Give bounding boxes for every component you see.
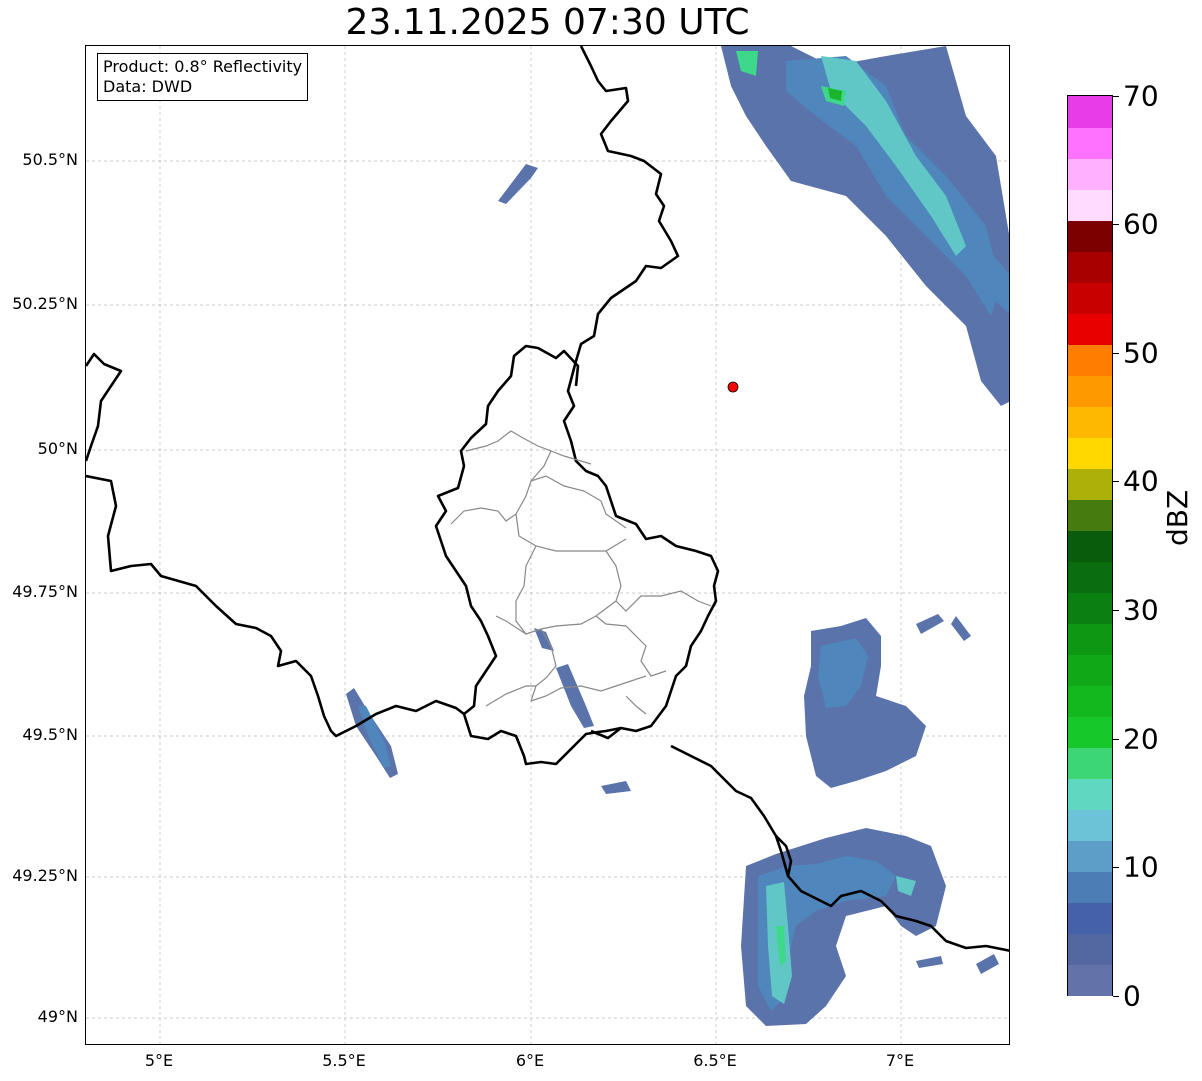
- colorbar-segment: [1068, 716, 1112, 748]
- colorbar-segment: [1068, 623, 1112, 655]
- colorbar-segment: [1068, 468, 1112, 500]
- echo-central-fragment-3: [601, 781, 631, 794]
- echo-east-fragment-2: [916, 614, 944, 634]
- lat-tick-label: 49°N: [37, 1007, 78, 1026]
- colorbar-segment: [1068, 406, 1112, 438]
- colorbar-segment: [1068, 499, 1112, 531]
- lat-tick-label: 50°N: [37, 439, 78, 458]
- colorbar-tick-label: 20: [1123, 722, 1159, 756]
- colorbar-segment: [1068, 871, 1112, 903]
- colorbar-segment: [1068, 561, 1112, 593]
- lat-tick-label: 49.5°N: [22, 725, 78, 744]
- echo-east-central-cell: [804, 618, 926, 788]
- map-title: 23.11.2025 07:30 UTC: [345, 2, 750, 43]
- lat-tick-label: 50.5°N: [22, 150, 78, 169]
- colorbar-segment: [1068, 592, 1112, 624]
- lon-tick-label: 7°E: [885, 1051, 915, 1070]
- colorbar-segment: [1068, 251, 1112, 283]
- colorbar-segment: [1068, 933, 1112, 965]
- colorbar-tick-label: 30: [1123, 593, 1159, 627]
- colorbar-segment: [1068, 158, 1112, 190]
- colorbar-tick-label: 0: [1123, 979, 1141, 1013]
- echo-south-fragment: [916, 956, 943, 968]
- colorbar-segment: [1068, 96, 1112, 128]
- lat-tick-label: 50.25°N: [12, 294, 78, 313]
- colorbar-segment: [1068, 902, 1112, 934]
- colorbar-segment: [1068, 654, 1112, 686]
- lon-tick-label: 6.5°E: [693, 1051, 737, 1070]
- colorbar-segment: [1068, 282, 1112, 314]
- radar-site-marker: [727, 381, 739, 393]
- echo-north-fragment: [498, 164, 538, 204]
- colorbar: [1067, 95, 1113, 996]
- colorbar-tick-label: 70: [1123, 79, 1159, 113]
- colorbar-segment: [1068, 964, 1112, 996]
- colorbar-tick-label: 40: [1123, 464, 1159, 498]
- colorbar-segment: [1068, 313, 1112, 345]
- echo-southeast-fragment: [976, 954, 999, 974]
- colorbar-tick-label: 60: [1123, 207, 1159, 241]
- lon-tick-label: 6°E: [515, 1051, 545, 1070]
- canton-borders: [450, 430, 712, 715]
- colorbar-segment: [1068, 127, 1112, 159]
- colorbar-segment: [1068, 344, 1112, 376]
- colorbar-segment: [1068, 220, 1112, 252]
- colorbar-segment: [1068, 840, 1112, 872]
- colorbar-segment: [1068, 778, 1112, 810]
- radar-echoes: [346, 46, 1009, 1026]
- colorbar-segment: [1068, 809, 1112, 841]
- radar-map[interactable]: [85, 45, 1010, 1045]
- lon-tick-label: 5°E: [144, 1051, 174, 1070]
- colorbar-segment: [1068, 747, 1112, 779]
- colorbar-tick-label: 50: [1123, 336, 1159, 370]
- product-label: Product: 0.8° Reflectivity: [103, 57, 303, 76]
- echo-east-fragment-1: [951, 616, 971, 641]
- echo-central-fragment-2: [556, 664, 594, 728]
- data-source-label: Data: DWD: [103, 77, 193, 96]
- map-canvas: [86, 46, 1009, 1044]
- info-box: Product: 0.8° Reflectivity Data: DWD: [97, 53, 309, 101]
- colorbar-segment: [1068, 685, 1112, 717]
- colorbar-unit-label: dBZ: [1161, 489, 1194, 546]
- colorbar-tick-label: 10: [1123, 850, 1159, 884]
- colorbar-segment: [1068, 530, 1112, 562]
- lat-tick-label: 49.75°N: [12, 582, 78, 601]
- colorbar-segment: [1068, 437, 1112, 469]
- colorbar-segment: [1068, 189, 1112, 221]
- colorbar-segment: [1068, 375, 1112, 407]
- lon-tick-label: 5.5°E: [322, 1051, 366, 1070]
- lat-tick-label: 49.25°N: [12, 866, 78, 885]
